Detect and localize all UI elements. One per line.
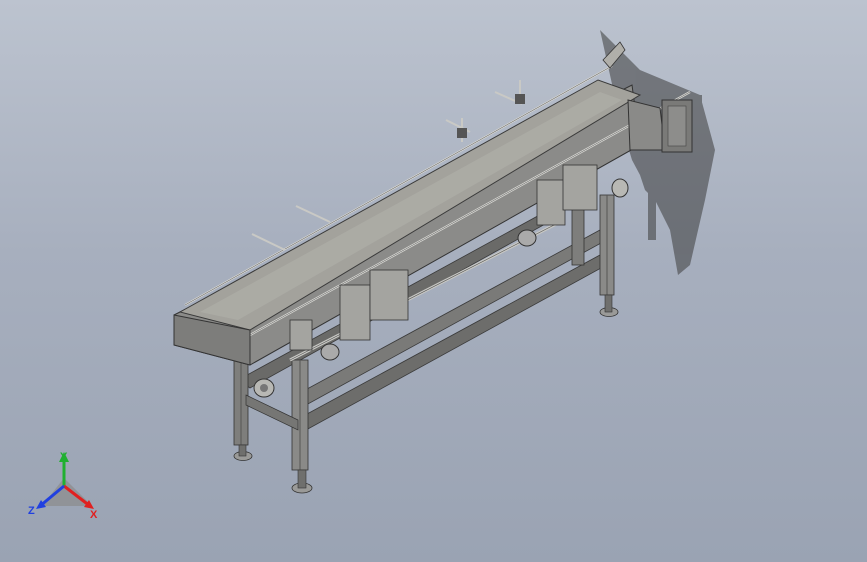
graphics-viewport[interactable]: Y X Z bbox=[0, 0, 867, 562]
y-axis-label: Y bbox=[60, 451, 68, 463]
conveyor-model[interactable] bbox=[0, 0, 867, 562]
coordinate-triad[interactable]: Y X Z bbox=[22, 448, 112, 524]
z-axis-label: Z bbox=[28, 505, 35, 517]
x-axis-label: X bbox=[90, 509, 98, 521]
